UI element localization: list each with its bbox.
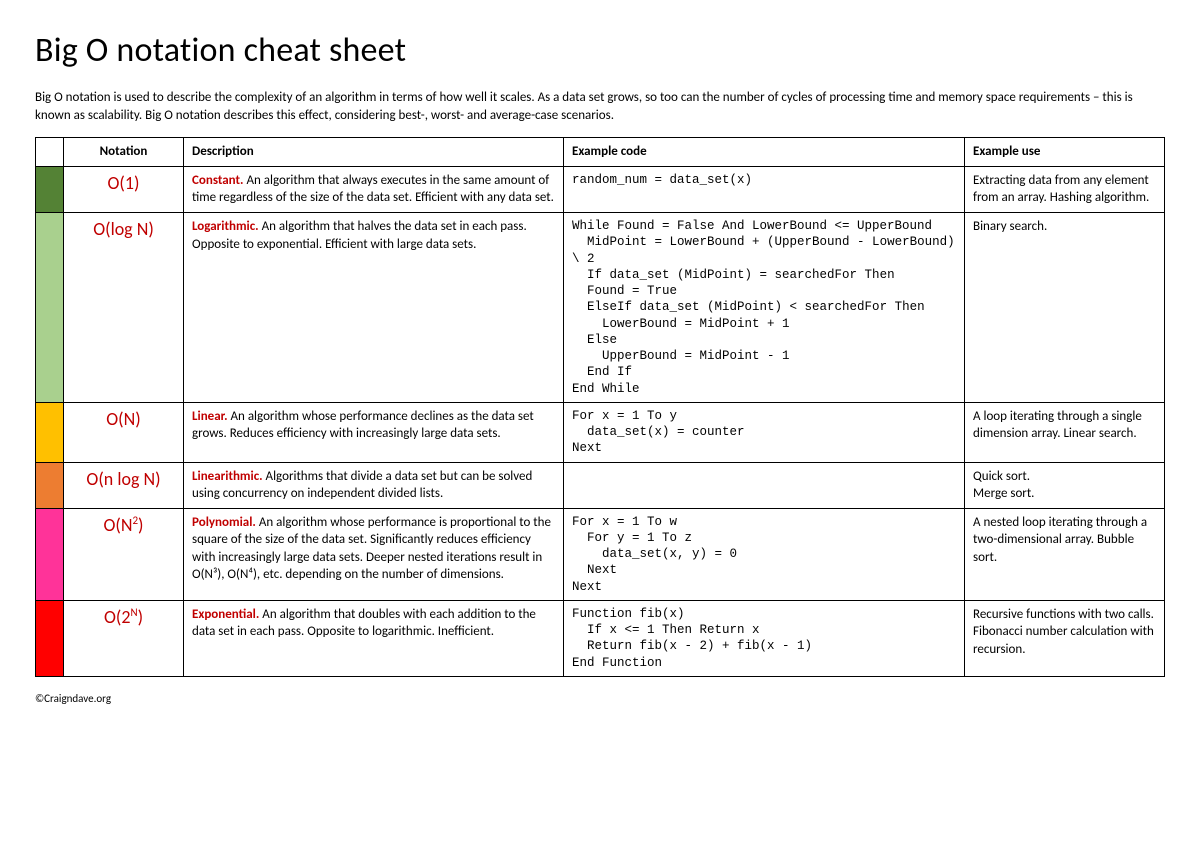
description-cell: Linear. An algorithm whose performance d… (184, 402, 564, 462)
example-use-cell: Binary search. (965, 213, 1165, 403)
table-header-row: Notation Description Example code Exampl… (36, 138, 1165, 167)
table-row: O(N)Linear. An algorithm whose performan… (36, 402, 1165, 462)
description-term: Polynomial. (192, 515, 256, 530)
example-code-cell: For x = 1 To w For y = 1 To z data_set(x… (564, 508, 965, 600)
example-use-cell: Quick sort. Merge sort. (965, 462, 1165, 508)
complexity-color-swatch (36, 213, 64, 403)
example-use-cell: A nested loop iterating through a two-di… (965, 508, 1165, 600)
header-color (36, 138, 64, 167)
description-cell: Logarithmic. An algorithm that halves th… (184, 213, 564, 403)
notation-cell: O(1) (64, 166, 184, 212)
header-description: Description (184, 138, 564, 167)
description-text: An algorithm whose performance declines … (192, 409, 534, 442)
complexity-color-swatch (36, 166, 64, 212)
table-row: O(N2)Polynomial. An algorithm whose perf… (36, 508, 1165, 600)
table-row: O(1)Constant. An algorithm that always e… (36, 166, 1165, 212)
notation-cell: O(N2) (64, 508, 184, 600)
footer-credit: ©Craigndave.org (35, 692, 1165, 705)
example-code-cell: While Found = False And LowerBound <= Up… (564, 213, 965, 403)
intro-paragraph: Big O notation is used to describe the c… (35, 89, 1165, 125)
description-term: Logarithmic. (192, 219, 259, 234)
complexity-color-swatch (36, 402, 64, 462)
header-notation: Notation (64, 138, 184, 167)
table-row: O(log N)Logarithmic. An algorithm that h… (36, 213, 1165, 403)
description-term: Exponential. (192, 607, 259, 622)
notation-cell: O(N) (64, 402, 184, 462)
description-cell: Exponential. An algorithm that doubles w… (184, 600, 564, 676)
description-text: An algorithm that always executes in the… (192, 173, 554, 206)
bigo-table: Notation Description Example code Exampl… (35, 137, 1165, 676)
example-code-cell: random_num = data_set(x) (564, 166, 965, 212)
page-title: Big O notation cheat sheet (35, 30, 1165, 71)
complexity-color-swatch (36, 600, 64, 676)
notation-cell: O(2N) (64, 600, 184, 676)
example-code-cell (564, 462, 965, 508)
table-row: O(n log N)Linearithmic. Algorithms that … (36, 462, 1165, 508)
description-term: Linear. (192, 409, 228, 424)
description-term: Linearithmic. (192, 469, 263, 484)
example-use-cell: A loop iterating through a single dimens… (965, 402, 1165, 462)
notation-cell: O(n log N) (64, 462, 184, 508)
description-cell: Polynomial. An algorithm whose performan… (184, 508, 564, 600)
description-cell: Constant. An algorithm that always execu… (184, 166, 564, 212)
header-use: Example use (965, 138, 1165, 167)
description-cell: Linearithmic. Algorithms that divide a d… (184, 462, 564, 508)
complexity-color-swatch (36, 462, 64, 508)
table-row: O(2N)Exponential. An algorithm that doub… (36, 600, 1165, 676)
example-use-cell: Recursive functions with two calls. Fibo… (965, 600, 1165, 676)
example-code-cell: Function fib(x) If x <= 1 Then Return x … (564, 600, 965, 676)
example-use-cell: Extracting data from any element from an… (965, 166, 1165, 212)
complexity-color-swatch (36, 508, 64, 600)
example-code-cell: For x = 1 To y data_set(x) = counter Nex… (564, 402, 965, 462)
description-term: Constant. (192, 173, 244, 188)
header-code: Example code (564, 138, 965, 167)
notation-cell: O(log N) (64, 213, 184, 403)
